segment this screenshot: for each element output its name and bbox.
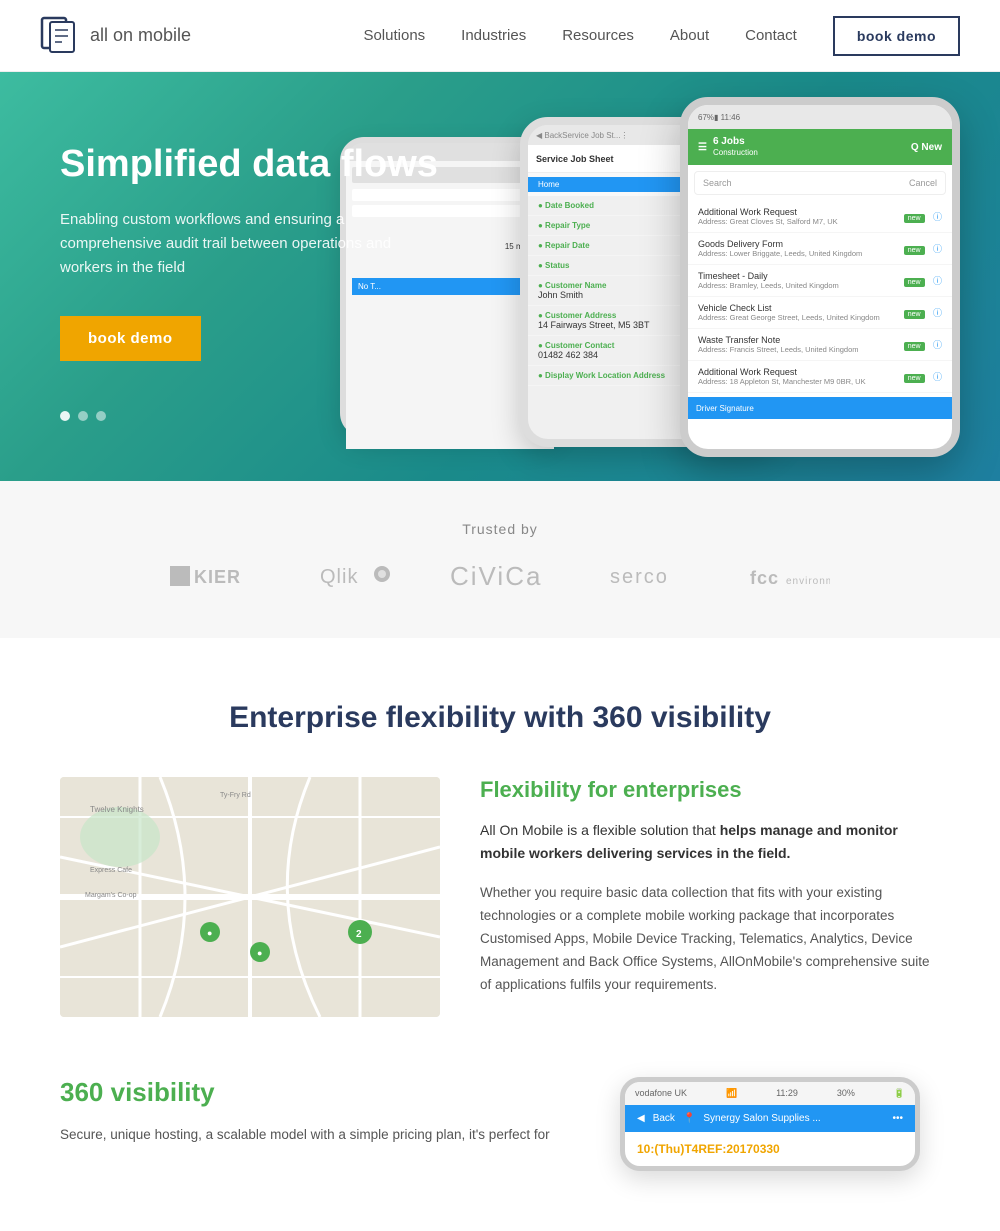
phone-time: 11:29: [776, 1088, 798, 1098]
phone-list-item-4: Vehicle Check List Address: Great George…: [688, 297, 952, 329]
hero-phones: ◀ Back Service Job St... ⋮ Service Job S…: [500, 87, 980, 427]
hero-section: Simplified data flows Enabling custom wo…: [0, 72, 1000, 481]
qlik-logo: Qlik: [320, 561, 390, 597]
svg-text:Qlik: Qlik: [320, 566, 358, 588]
civica-logo: CiViCa: [450, 561, 550, 598]
hero-carousel-dots: [60, 411, 480, 421]
svg-text:Margam's Co-op: Margam's Co-op: [85, 892, 137, 899]
svg-text:fcc: fcc: [750, 568, 779, 588]
svg-text:Twelve Knights: Twelve Knights: [90, 805, 144, 814]
battery-text: 30%: [837, 1088, 855, 1098]
section2-text: Flexibility for enterprises All On Mobil…: [480, 777, 940, 997]
section2-heading: Flexibility for enterprises: [480, 777, 940, 803]
trusted-logos: KIER Qlik CiViCa serco fcc environment: [60, 561, 940, 598]
serco-logo: serco: [610, 561, 690, 597]
carrier-text: vodafone UK: [635, 1088, 687, 1098]
svg-text:Express Cafe: Express Cafe: [90, 867, 132, 874]
phone-list-item-2: Goods Delivery Form Address: Lower Brigg…: [688, 233, 952, 265]
kier-logo: KIER: [170, 561, 260, 597]
section2-title: Enterprise flexibility with 360 visibili…: [60, 698, 940, 737]
trusted-section: Trusted by KIER Qlik CiViCa serco: [0, 481, 1000, 638]
carousel-dot-1[interactable]: [60, 411, 70, 421]
section3-body: Secure, unique hosting, a scalable model…: [60, 1124, 580, 1147]
location-name: Synergy Salon Supplies ...: [703, 1113, 820, 1124]
hero-book-demo-button[interactable]: book demo: [60, 316, 201, 361]
section3-heading: 360 visibility: [60, 1077, 580, 1108]
phone-list-item-5: Waste Transfer Note Address: Francis Str…: [688, 329, 952, 361]
logo-text: all on mobile: [90, 25, 191, 46]
svg-text:environment: environment: [786, 576, 830, 587]
map-area: Twelve Knights Express Cafe Margam's Co-…: [60, 777, 440, 1017]
nav-links: Solutions Industries Resources About Con…: [363, 16, 960, 56]
carousel-dot-2[interactable]: [78, 411, 88, 421]
section3-phone: vodafone UK 📶 11:29 30% 🔋 ◀ Back 📍 Syner…: [620, 1077, 940, 1171]
nav-contact[interactable]: Contact: [745, 27, 797, 44]
section3: 360 visibility Secure, unique hosting, a…: [0, 1057, 1000, 1231]
nav-back-label: Back: [653, 1113, 675, 1124]
logo-icon: [40, 16, 80, 56]
section2-intro: All On Mobile is a flexible solution tha…: [480, 819, 940, 867]
fcc-logo: fcc environment: [750, 562, 830, 597]
svg-text:Ty-Fry Rd: Ty-Fry Rd: [220, 792, 251, 799]
nav-resources[interactable]: Resources: [562, 27, 634, 44]
nav-about[interactable]: About: [670, 27, 709, 44]
svg-text:2: 2: [356, 929, 362, 940]
section2-content: Twelve Knights Express Cafe Margam's Co-…: [60, 777, 940, 1017]
hero-body: Enabling custom workflows and ensuring a…: [60, 208, 420, 280]
map-svg: Twelve Knights Express Cafe Margam's Co-…: [60, 777, 440, 1017]
navbar: all on mobile Solutions Industries Resou…: [0, 0, 1000, 72]
section2-body: Whether you require basic data collectio…: [480, 882, 940, 997]
phone-list-item-6: Additional Work Request Address: 18 Appl…: [688, 361, 952, 393]
nav-book-demo-button[interactable]: book demo: [833, 16, 960, 56]
svg-text:serco: serco: [610, 566, 669, 588]
nav-industries[interactable]: Industries: [461, 27, 526, 44]
nav-solutions[interactable]: Solutions: [363, 27, 425, 44]
svg-text:CiViCa: CiViCa: [450, 561, 542, 591]
hero-headline: Simplified data flows: [60, 142, 480, 188]
section2: Enterprise flexibility with 360 visibili…: [0, 638, 1000, 1057]
phone-list-item-1: Additional Work Request Address: Great C…: [688, 201, 952, 233]
trusted-title: Trusted by: [60, 521, 940, 537]
svg-text:●: ●: [257, 948, 262, 958]
svg-text:KIER: KIER: [194, 567, 241, 587]
carousel-dot-3[interactable]: [96, 411, 106, 421]
svg-text:●: ●: [207, 928, 212, 938]
phone-ref: 10:(Thu)T4REF:20170330: [637, 1142, 903, 1156]
phone-list-item-3: Timesheet - Daily Address: Bramley, Leed…: [688, 265, 952, 297]
hero-content: Simplified data flows Enabling custom wo…: [60, 142, 480, 421]
logo[interactable]: all on mobile: [40, 16, 191, 56]
phone-front-mockup: 67%▮ 11:46 ☰ 6 JobsConstruction Q New Se…: [680, 97, 960, 457]
section3-text: 360 visibility Secure, unique hosting, a…: [60, 1077, 580, 1147]
mini-phone-mockup: vodafone UK 📶 11:29 30% 🔋 ◀ Back 📍 Syner…: [620, 1077, 920, 1171]
